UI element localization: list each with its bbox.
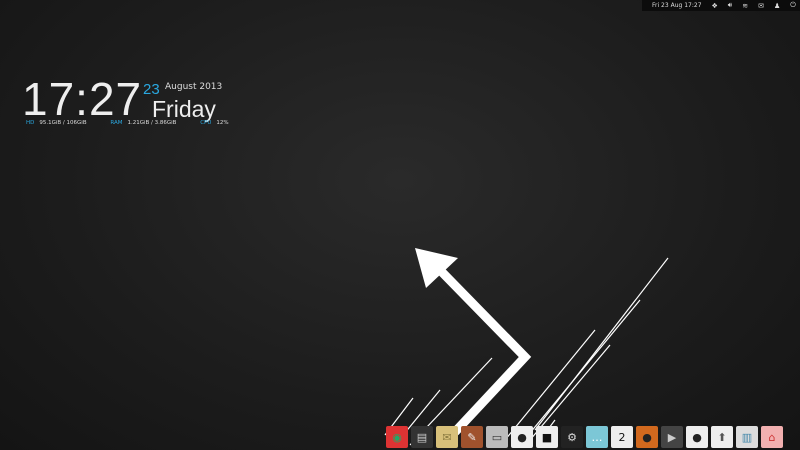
dock-notes-icon[interactable]: ✎ xyxy=(461,426,483,448)
wifi-icon[interactable]: ≋ xyxy=(742,2,748,10)
clock-weekday: Friday xyxy=(152,96,216,122)
clock-month-year: August 2013 xyxy=(165,82,223,92)
dock-updater-icon[interactable]: ⬆ xyxy=(711,426,733,448)
wallpaper-arrow-art xyxy=(384,248,669,446)
clock-time: 17:27 xyxy=(22,73,143,125)
dock: ◉ ▤ ✉ ✎ ▭ ● ■ ⚙… 2 ● ▶ ● ⬆ ▥ ⌂ xyxy=(386,426,783,448)
hd-label: HD xyxy=(26,120,35,126)
ram-label: RAM xyxy=(110,120,123,126)
hd-value: 95.1GiB / 106GiB xyxy=(39,120,87,126)
power-icon[interactable]: ⏻ xyxy=(790,1,796,10)
dropbox-icon[interactable]: ❖ xyxy=(712,2,718,10)
dock-calendar-icon[interactable]: 2 xyxy=(611,426,633,448)
dock-chrome-icon[interactable]: ◉ xyxy=(386,426,408,448)
user-icon[interactable]: ♟ xyxy=(774,2,780,10)
cpu-label: CPU xyxy=(200,120,212,126)
dock-steam-icon[interactable]: ⚙ xyxy=(561,426,583,448)
dock-webcam-icon[interactable]: ● xyxy=(686,426,708,448)
system-stats: HD 95.1GiB / 106GiB RAM 1.21GiB / 3.86GiB … xyxy=(26,120,251,126)
cpu-value: 12% xyxy=(216,120,229,126)
volume-icon[interactable]: 🔊︎ xyxy=(728,1,732,10)
dock-store-icon[interactable]: ⌂ xyxy=(761,426,783,448)
dock-chat-icon[interactable]: … xyxy=(586,426,608,448)
mail-icon[interactable]: ✉ xyxy=(758,2,764,10)
dock-camera-icon[interactable]: ● xyxy=(511,426,533,448)
dock-workspaces-icon[interactable]: ▥ xyxy=(736,426,758,448)
dock-terminal-icon[interactable]: ▭ xyxy=(486,426,508,448)
dock-media-player-icon[interactable]: ▶ xyxy=(661,426,683,448)
dock-music-icon[interactable]: ● xyxy=(636,426,658,448)
dock-document-icon[interactable]: ■ xyxy=(536,426,558,448)
ram-value: 1.21GiB / 3.86GiB xyxy=(127,120,177,126)
top-panel: Fri 23 Aug 17:27 ❖ 🔊︎ ≋ ✉ ♟ ⏻ xyxy=(642,0,800,11)
dock-mail-icon[interactable]: ✉ xyxy=(436,426,458,448)
panel-datetime[interactable]: Fri 23 Aug 17:27 xyxy=(652,2,702,9)
dock-file-cabinet-icon[interactable]: ▤ xyxy=(411,426,433,448)
